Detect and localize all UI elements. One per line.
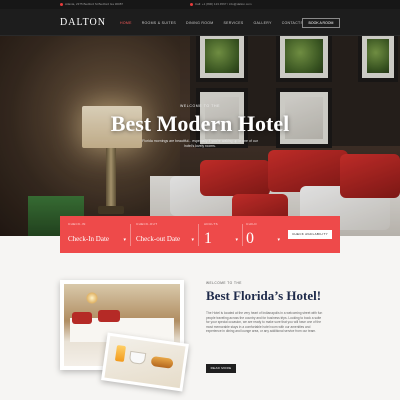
hero-title: Best Modern Hotel [110,111,290,136]
nav-item-rooms[interactable]: ROOMS & SUITES [142,21,176,25]
nav-item-contacts[interactable]: CONTACTS [282,21,303,25]
coffee-cup-image [128,350,147,365]
main-navigation: DALTON HOME ROOMS & SUITES DINING ROOM S… [0,9,400,36]
checkin-label: CHECK-IN [68,222,86,226]
juice-glass-image [114,344,127,363]
nav-item-gallery[interactable]: GALLERY [254,21,272,25]
nav-item-dining[interactable]: DINING ROOM [186,21,213,25]
chevron-down-icon: ▾ [277,237,280,243]
pillow-image [72,312,92,324]
adults-label: ADULTS [204,222,219,226]
checkout-label: CHECK-OUT [136,222,158,226]
top-info-bar: Atlanta, 2375 Bedford St Bedford Ga 3008… [0,0,400,9]
hero-subtitle: Florida mornings are beautiful... especi… [142,139,258,148]
chevron-down-icon: ▾ [123,237,126,243]
adults-select[interactable]: 1 [204,230,212,248]
location-icon [60,2,63,6]
hero-kicker: WELCOME TO THE [179,104,221,108]
child-label: CHILD [246,222,258,226]
read-more-button[interactable]: READ MORE [206,364,236,373]
check-availability-button[interactable]: CHECK AVAILABILITY [288,230,332,239]
checkout-input[interactable]: Check-out Date [136,235,180,243]
croissant-image [150,355,174,369]
divider [198,224,199,246]
chevron-down-icon: ▾ [191,237,194,243]
about-text: The Hotel is located at the very heart o… [206,311,323,334]
breakfast-photo-image [104,335,186,389]
booking-form: CHECK-IN Check-In Date ▾ CHECK-OUT Check… [60,216,340,253]
phone-icon [190,2,193,6]
lamp-glow-image [86,292,98,304]
adults-field[interactable]: ADULTS 1 ▾ [204,216,238,253]
book-room-button[interactable]: BOOK A ROOM [302,18,340,28]
page: Atlanta, 2375 Bedford St Bedford Ga 3008… [0,0,400,400]
checkout-field[interactable]: CHECK-OUT Check-out Date ▾ [136,216,194,253]
checkin-field[interactable]: CHECK-IN Check-In Date ▾ [68,216,126,253]
pillow-image [98,310,120,322]
about-title: Best Florida’s Hotel! [206,288,322,303]
divider [130,224,131,246]
nav-item-home[interactable]: HOME [120,21,132,25]
site-logo[interactable]: DALTON [60,17,106,28]
nav-item-services[interactable]: SERVICES [223,21,243,25]
nav-menu: HOME ROOMS & SUITES DINING ROOM SERVICES… [120,21,303,25]
address-info: Atlanta, 2375 Bedford St Bedford Ga 3008… [60,2,123,6]
chevron-down-icon: ▾ [235,237,238,243]
child-select[interactable]: 0 [246,230,254,248]
checkin-input[interactable]: Check-In Date [68,235,109,243]
contact-info: Call: +1 (800) 123 4567 / info@dalton.co… [190,2,252,6]
address-text: Atlanta, 2375 Bedford St Bedford Ga 3008… [65,2,124,6]
child-field[interactable]: CHILD 0 ▾ [246,216,280,253]
about-kicker: WELCOME TO THE [206,281,242,285]
phone-text: Call: +1 (800) 123 4567 / info@dalton.co… [195,2,252,6]
divider [242,224,243,246]
